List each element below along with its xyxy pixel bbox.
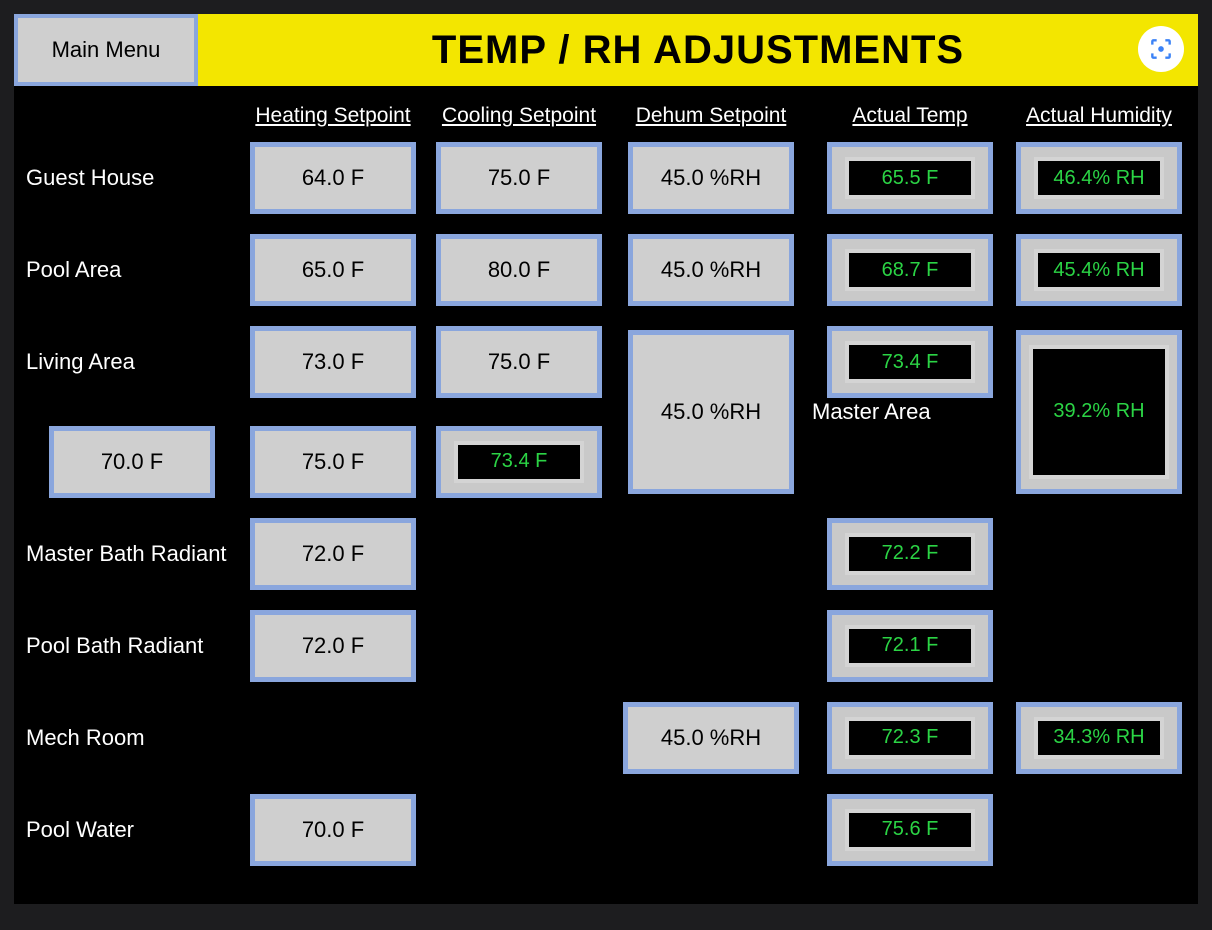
row-label-master-area: Master Area [810,398,1010,426]
master-area-cooling-setpoint[interactable]: 75.0 F [250,426,416,498]
row-label-master-bath: Master Bath Radiant [24,540,240,568]
col-dehum: Dehum Setpoint [612,96,810,142]
header-bar: Main Menu TEMP / RH ADJUSTMENTS [14,14,1198,86]
screenshot-button[interactable] [1138,26,1184,72]
pool-area-cooling-setpoint[interactable]: 80.0 F [436,234,602,306]
page-title: TEMP / RH ADJUSTMENTS [432,28,964,73]
mech-room-actual-temp: 72.3 F [827,702,993,774]
screenshot-icon [1148,36,1174,62]
col-cooling: Cooling Setpoint [426,96,612,142]
pool-area-heating-setpoint[interactable]: 65.0 F [250,234,416,306]
guest-house-cooling-setpoint[interactable]: 75.0 F [436,142,602,214]
main-menu-button[interactable]: Main Menu [14,14,198,86]
row-label-mech-room: Mech Room [24,724,240,752]
pool-area-actual-rh: 45.4% RH [1016,234,1182,306]
pool-area-actual-temp: 68.7 F [827,234,993,306]
col-temp: Actual Temp [810,96,1010,142]
row-label-guest-house: Guest House [24,164,240,192]
pool-area-dehum-setpoint[interactable]: 45.0 %RH [628,234,794,306]
master-bath-heating-setpoint[interactable]: 72.0 F [250,518,416,590]
guest-house-actual-rh: 46.4% RH [1016,142,1182,214]
row-label-living-area: Living Area [24,348,240,376]
row-label-pool-water: Pool Water [24,816,240,844]
pool-water-heating-setpoint[interactable]: 70.0 F [250,794,416,866]
master-area-heating-setpoint[interactable]: 70.0 F [49,426,215,498]
guest-house-dehum-setpoint[interactable]: 45.0 %RH [628,142,794,214]
mech-room-actual-rh: 34.3% RH [1016,702,1182,774]
col-heating: Heating Setpoint [240,96,426,142]
col-humidity: Actual Humidity [1010,96,1188,142]
pool-water-actual-temp: 75.6 F [827,794,993,866]
row-label-pool-bath: Pool Bath Radiant [24,632,240,660]
guest-house-heating-setpoint[interactable]: 64.0 F [250,142,416,214]
row-label-pool-area: Pool Area [24,256,240,284]
master-bath-actual-temp: 72.2 F [827,518,993,590]
living-master-actual-rh: 39.2% RH [1016,330,1182,494]
guest-house-actual-temp: 65.5 F [827,142,993,214]
pool-bath-heating-setpoint[interactable]: 72.0 F [250,610,416,682]
hvac-screen: Main Menu TEMP / RH ADJUSTMENTS Heating … [14,14,1198,904]
living-area-heating-setpoint[interactable]: 73.0 F [250,326,416,398]
living-area-cooling-setpoint[interactable]: 75.0 F [436,326,602,398]
living-area-actual-temp: 73.4 F [827,326,993,398]
mech-room-dehum-setpoint[interactable]: 45.0 %RH [623,702,799,774]
master-area-actual-temp: 73.4 F [436,426,602,498]
living-master-dehum-setpoint[interactable]: 45.0 %RH [628,330,794,494]
pool-bath-actual-temp: 72.1 F [827,610,993,682]
adjustments-grid: Heating Setpoint Cooling Setpoint Dehum … [14,86,1198,866]
